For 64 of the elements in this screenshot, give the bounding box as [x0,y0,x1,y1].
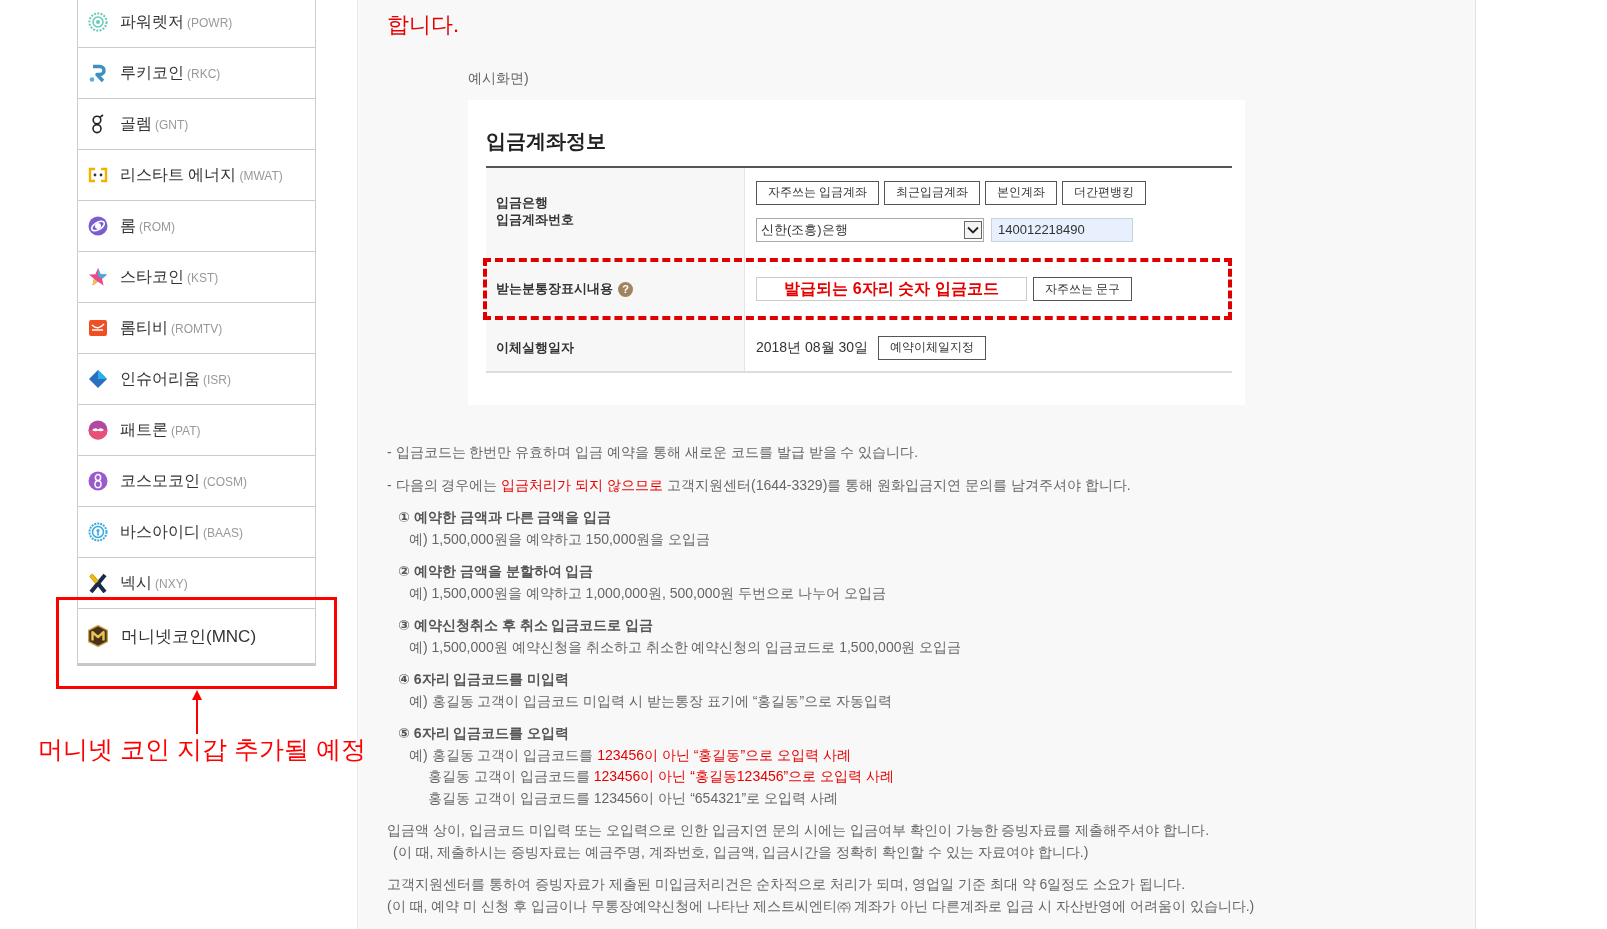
case-title: ② 예약한 금액을 분할하여 입금 [398,562,595,581]
field-label: 이체실행일자 [496,338,574,357]
coin-menu-item[interactable]: 루키코인 (RKC) [78,48,315,99]
coin-menu-item[interactable]: 롬티비 (ROMTV) [78,303,315,354]
coin-menu-item[interactable]: 인슈어리움 (ISR) [78,354,315,405]
coin-menu-item[interactable]: 리스타트 에너지 (MWAT) [78,150,315,201]
notice-text: - 다음의 경우에는 입금처리가 되지 않으므로 고객지원센터(1644-3329)를 통해 원화입금지연 문의를 남겨주셔야 합니다. [387,475,1132,495]
notice-text: 합니다. [387,12,461,38]
tile-logo-icon [88,318,108,338]
bank-select[interactable]: 신한(조흥)은행 [756,217,984,242]
keyhole-ring-icon [88,522,108,542]
account-option-button[interactable]: 더간편뱅킹 [1062,180,1147,205]
example-text: 예) 홍길동 고객이 입금코드 미입력 시 받는통장 표기에 “홍길동”으로 자동입력 [409,691,893,711]
diamond-icon [88,369,108,389]
help-icon[interactable]: ? [618,281,633,297]
dotted-ring-icon [88,12,108,32]
case-title: ① 예약한 금액과 다른 금액을 입금 [398,508,613,527]
up-arrow-icon [191,690,203,734]
case-title: ③ 예약신청취소 후 취소 입금코드로 입금 [398,616,655,635]
coin-menu-item[interactable]: 스타코인 (KST) [78,252,315,303]
bracket-dots-icon [88,165,108,185]
example-text: 홍길동 고객이 입금코드를 123456이 아닌 “홍길동123456”으로 오입력 사례 [428,767,895,786]
coin-menu-item[interactable]: 넥시 (NXY) [78,558,315,609]
field-label: 입금은행 [496,194,548,211]
mustache-circle-icon [88,420,108,440]
example-text: 홍길동 고객이 입금코드를 123456이 아닌 “654321”로 오입력 사례 [428,788,839,808]
form-title: 입금계좌정보 [486,129,607,153]
star-icon [88,267,108,287]
phrase-button[interactable]: 자주쓰는 문구 [1033,277,1133,301]
cross-logo-icon [88,573,108,593]
account-option-button[interactable]: 자주쓰는 입금계좌 [756,180,880,205]
coin-menu-item[interactable]: 바스아이디 (BAAS) [78,507,315,558]
field-label: 받는분통장표시내용 [496,280,613,298]
coin-menu-item[interactable]: 코스모코인 (COSM) [78,456,315,507]
coin-menu-item[interactable]: 롬 (ROM) [78,201,315,252]
coin-menu-item[interactable]: 패트론 (PAT) [78,405,315,456]
schedule-button[interactable]: 예약이체일지정 [878,335,987,360]
hook-logo-icon [88,63,108,83]
coin-menu-item[interactable]: 골렘 (GNT) [78,99,315,150]
case-title: ⑤ 6자리 입금코드를 오입력 [398,724,571,743]
notice-text: 고객지원센터를 통하여 증빙자료가 제출된 미입금처리건은 순차적으로 처리가 되며, 영업일 기준 최대 약 6일정도 소요가 됩니다. [387,875,1187,894]
example-text: 예) 홍길동 고객이 입금코드를 123456이 아닌 “홍길동”으로 오입력 사례 [409,745,852,765]
loops-circle-icon [88,471,108,491]
notice-text: (이 때, 예약 미 신청 후 입금이나 무통장예약신청에 나타난 제스트씨엔티㈜ 계좌가 아닌 다른계좌로 입금 시 자산반영에 어려움이 있습니다.) [387,896,1256,916]
case-title: ④ 6자리 입금코드를 미입력 [398,670,571,689]
caret-icon [964,220,982,239]
notice-text: 입금액 상이, 입금코드 미입력 또는 오입력으로 인한 입금지연 문의 시에는 입금여부 확인이 가능한 증빙자료를 제출해주셔야 합니다. [387,821,1211,840]
notice-text: - 입금코드는 한번만 유효하며 입금 예약을 통해 새로운 코드를 발급 받을 수 있습니다. [387,443,920,462]
notice-text: (이 때, 제출하시는 증빙자료는 예금주명, 계좌번호, 입금액, 입금시간을 정확히 확인할 수 있는 자료여야 합니다.) [393,842,1090,862]
account-option-button[interactable]: 최근입금계좌 [884,180,981,205]
example-text: 예) 1,500,000원을 예약하고 1,000,000원, 500,000원 두번으로 나누어 오입금 [409,583,887,603]
account-option-button[interactable]: 본인계좌 [985,180,1058,205]
example-text: 예) 1,500,000원을 예약하고 150,000원을 오입금 [409,529,712,549]
account-number-field[interactable]: 140012218490 [991,217,1133,242]
coin-menu-item[interactable]: 파워렛저 (POWR) [78,0,315,48]
coin-menu-item[interactable]: 머니넷코인(MNC) [78,609,315,666]
example-label: 예시화면) [468,69,530,88]
memo-field[interactable]: 발급되는 6자리 숫자 입금코드 [756,277,1027,301]
hexagon-logo-icon [87,625,109,647]
date-text: 2018년 08월 30일 [756,338,869,357]
field-label: 입금계좌번호 [496,211,574,228]
orbit-circle-icon [88,216,108,236]
annotation-caption: 머니넷 코인 지갑 추가될 예정 [38,734,366,764]
example-text: 예) 1,500,000원 예약신청을 취소하고 취소한 예약신청의 입금코드로 1,500,000원 오입금 [409,637,963,657]
